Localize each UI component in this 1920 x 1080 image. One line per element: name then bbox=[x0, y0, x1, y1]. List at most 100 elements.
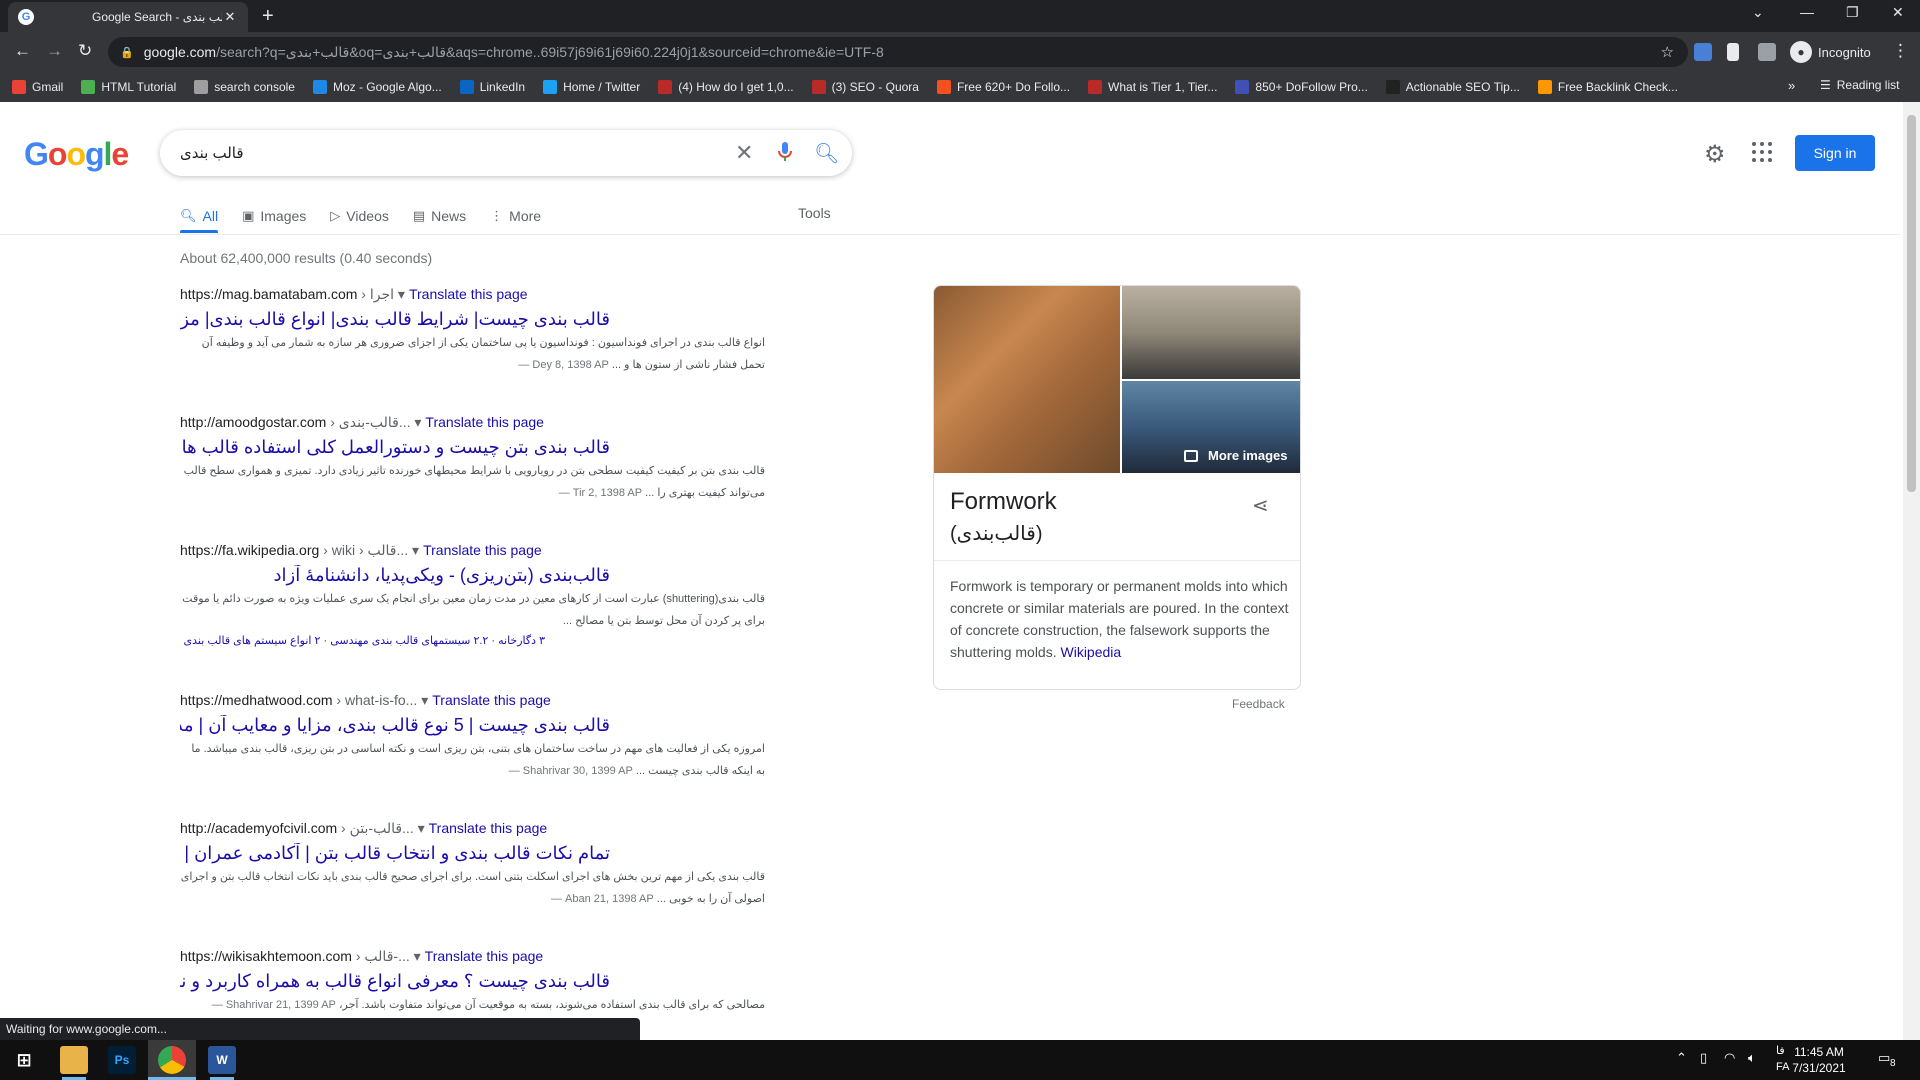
address-bar[interactable]: 🔒 google.com /search?q=قالب+بندی&oq=قالب… bbox=[108, 37, 1688, 67]
formwork-image-2[interactable] bbox=[1122, 286, 1300, 379]
new-tab-button[interactable]: + bbox=[262, 5, 274, 28]
result-date: Aban 21, 1398 AP — bbox=[550, 893, 654, 905]
bookmark-favicon-icon bbox=[81, 80, 96, 94]
bookmark-favicon-icon bbox=[1088, 80, 1103, 94]
tab-images[interactable]: ▣ Images bbox=[242, 208, 306, 224]
more-options-icon[interactable]: ▾ bbox=[411, 414, 421, 430]
more-options-icon[interactable]: ▾ bbox=[394, 286, 405, 302]
tab-news[interactable]: ▤ News bbox=[413, 208, 466, 224]
formwork-image-1[interactable] bbox=[934, 286, 1120, 473]
photoshop-taskbar-icon[interactable]: Ps bbox=[108, 1046, 136, 1074]
feedback-link[interactable]: Feedback bbox=[1232, 697, 1285, 711]
bookmark-item[interactable]: Gmail bbox=[12, 80, 63, 94]
tab-search-icon[interactable]: ⌄ bbox=[1752, 4, 1764, 21]
search-box[interactable]: قالب بندی ✕ 🔍︎ bbox=[160, 130, 852, 176]
bookmark-item[interactable]: Home / Twitter bbox=[543, 80, 640, 94]
translate-extension-icon[interactable] bbox=[1694, 43, 1712, 61]
bookmark-item[interactable]: Free Backlink Check... bbox=[1537, 80, 1678, 94]
back-arrow-icon[interactable]: ← bbox=[14, 41, 31, 61]
puzzle-extensions-icon[interactable] bbox=[1758, 43, 1776, 61]
extension-icon[interactable] bbox=[1727, 43, 1739, 61]
forward-arrow-icon[interactable]: → bbox=[46, 41, 63, 61]
lock-icon[interactable]: 🔒 bbox=[120, 46, 134, 59]
bookmark-item[interactable]: Free 620+ Do Follo... bbox=[936, 80, 1070, 94]
scrollbar-thumb[interactable] bbox=[1907, 115, 1916, 492]
microphone-icon[interactable] bbox=[778, 142, 792, 162]
result-url[interactable]: https://medhatwood.com › what-is-fo... ▾… bbox=[180, 692, 780, 709]
more-bookmarks-button[interactable]: » bbox=[1788, 78, 1795, 93]
translate-page-link[interactable]: Translate this page bbox=[425, 948, 544, 964]
result-title-link[interactable]: قالب بندی بتن چیست و دستورالعمل کلی استف… bbox=[180, 437, 610, 458]
menu-kebab-icon[interactable]: ⋮ bbox=[1892, 41, 1909, 61]
settings-gear-icon[interactable]: ⚙ bbox=[1704, 140, 1726, 169]
more-options-icon[interactable]: ▾ bbox=[414, 820, 425, 836]
more-images-button[interactable]: More images bbox=[1184, 448, 1287, 463]
close-window-button[interactable]: ✕ bbox=[1892, 4, 1904, 21]
bookmark-star-icon[interactable]: ☆ bbox=[1661, 43, 1674, 61]
result-breadcrumb: › what-is-fo... bbox=[332, 692, 418, 708]
reload-icon[interactable]: ↻ bbox=[78, 41, 92, 61]
bookmark-item[interactable]: search console bbox=[194, 80, 295, 94]
translate-page-link[interactable]: Translate this page bbox=[432, 692, 551, 708]
translate-page-link[interactable]: Translate this page bbox=[409, 286, 528, 302]
bookmark-item[interactable]: LinkedIn bbox=[459, 80, 525, 94]
browser-tab-strip: G Google Search - قالب بندی ✕ + ⌄ — ❐ ✕ bbox=[0, 0, 1920, 32]
minimize-button[interactable]: — bbox=[1800, 4, 1814, 20]
tools-button[interactable]: Tools bbox=[798, 205, 831, 221]
language-short[interactable]: فا bbox=[1776, 1044, 1785, 1057]
volume-mute-icon[interactable]: 🔈︎ bbox=[1748, 1050, 1756, 1066]
maximize-button[interactable]: ❐ bbox=[1846, 4, 1859, 21]
file-explorer-icon[interactable] bbox=[60, 1046, 88, 1074]
taskbar-clock[interactable]: 11:45 AM 7/31/2021 bbox=[1786, 1044, 1852, 1076]
translate-page-link[interactable]: Translate this page bbox=[425, 414, 544, 430]
sign-in-button[interactable]: Sign in bbox=[1795, 135, 1875, 171]
more-options-icon[interactable]: ▾ bbox=[410, 948, 421, 964]
result-title-link[interactable]: قالب بندی چیست ؟ معرفی انواع قالب به همر… bbox=[180, 971, 610, 992]
result-title-link[interactable]: تمام نکات قالب بندی و انتخاب قالب بتن | … bbox=[180, 843, 610, 864]
translate-page-link[interactable]: Translate this page bbox=[423, 542, 542, 558]
bookmark-item[interactable]: (4) How do I get 1,0... bbox=[658, 80, 794, 94]
tab-all[interactable]: 🔍︎ All bbox=[180, 208, 218, 224]
tray-chevron-icon[interactable]: ⌃ bbox=[1676, 1050, 1687, 1066]
wifi-icon[interactable]: ◠ bbox=[1724, 1050, 1735, 1066]
bookmark-item[interactable]: (3) SEO - Quora bbox=[811, 80, 919, 94]
incognito-profile[interactable]: ● Incognito bbox=[1790, 41, 1871, 63]
bookmark-item[interactable]: Actionable SEO Tip... bbox=[1385, 80, 1520, 94]
search-icon[interactable]: 🔍︎ bbox=[814, 141, 839, 166]
result-url[interactable]: https://wikisakhtemoon.com › قالب-... ▾ T… bbox=[180, 948, 780, 965]
bookmark-item[interactable]: HTML Tutorial bbox=[81, 80, 176, 94]
tab-more[interactable]: ⋮ More bbox=[490, 208, 541, 224]
google-logo[interactable]: Google bbox=[24, 136, 129, 173]
result-url[interactable]: http://academyofcivil.com › قالب-بتن... … bbox=[180, 820, 780, 837]
search-input[interactable]: قالب بندی bbox=[180, 144, 244, 162]
browser-tab[interactable]: G Google Search - قالب بندی ✕ bbox=[8, 2, 248, 32]
result-url[interactable]: https://fa.wikipedia.org › wiki › قالب..… bbox=[180, 542, 780, 559]
bookmark-item[interactable]: Moz - Google Algo... bbox=[312, 80, 442, 94]
tab-videos[interactable]: ▷ Videos bbox=[330, 208, 389, 224]
translate-page-link[interactable]: Translate this page bbox=[429, 820, 548, 836]
more-options-icon[interactable]: ▾ bbox=[408, 542, 419, 558]
result-title-link[interactable]: قالب بندی چیست | 5 نوع قالب بندی، مزایا … bbox=[180, 715, 610, 736]
chrome-taskbar-icon[interactable] bbox=[158, 1046, 186, 1074]
google-apps-icon[interactable] bbox=[1752, 142, 1772, 162]
more-options-icon[interactable]: ▾ bbox=[417, 692, 428, 708]
result-url[interactable]: http://amoodgostar.com › قالب-بندی... ▾ T… bbox=[180, 414, 780, 431]
battery-icon[interactable]: ▯ bbox=[1700, 1050, 1707, 1066]
windows-start-icon[interactable]: ⊞ bbox=[10, 1046, 38, 1074]
result-url[interactable]: https://mag.bamatabam.com › اجرا ▾ Transl… bbox=[180, 286, 780, 303]
bookmark-item[interactable]: What is Tier 1, Tier... bbox=[1088, 80, 1217, 94]
wikipedia-link[interactable]: Wikipedia bbox=[1061, 644, 1122, 660]
result-breadcrumb: › wiki › قالب... bbox=[319, 542, 409, 558]
reading-list-button[interactable]: ☰ Reading list bbox=[1820, 78, 1899, 92]
result-title-link[interactable]: قالب‌بندی (بتن‌ریزی) - ویکی‌پدیا، دانشنا… bbox=[180, 565, 611, 586]
browser-toolbar: ← → ↻ 🔒 google.com /search?q=قالب+بندی&o… bbox=[0, 32, 1920, 72]
share-icon[interactable]: ⋖ bbox=[1252, 493, 1269, 518]
result-sitelinks[interactable]: ۳ دگارخانه · ۲.۲ سیستمهای قالب بندی مهند… bbox=[180, 634, 545, 647]
bookmark-item[interactable]: 850+ DoFollow Pro... bbox=[1235, 80, 1368, 94]
result-title-link[interactable]: قالب بندی چیست| شرایط قالب بندی| انواع ق… bbox=[180, 309, 610, 330]
clear-search-icon[interactable]: ✕ bbox=[735, 140, 753, 166]
tab-close-icon[interactable]: ✕ bbox=[222, 9, 238, 25]
result-snippet-text: مصالحی که برای قالب بندی استفاده می‌شوند… bbox=[338, 999, 765, 1011]
notification-center-icon[interactable]: ▭ bbox=[1878, 1050, 1890, 1066]
word-taskbar-icon[interactable]: W bbox=[208, 1046, 236, 1074]
